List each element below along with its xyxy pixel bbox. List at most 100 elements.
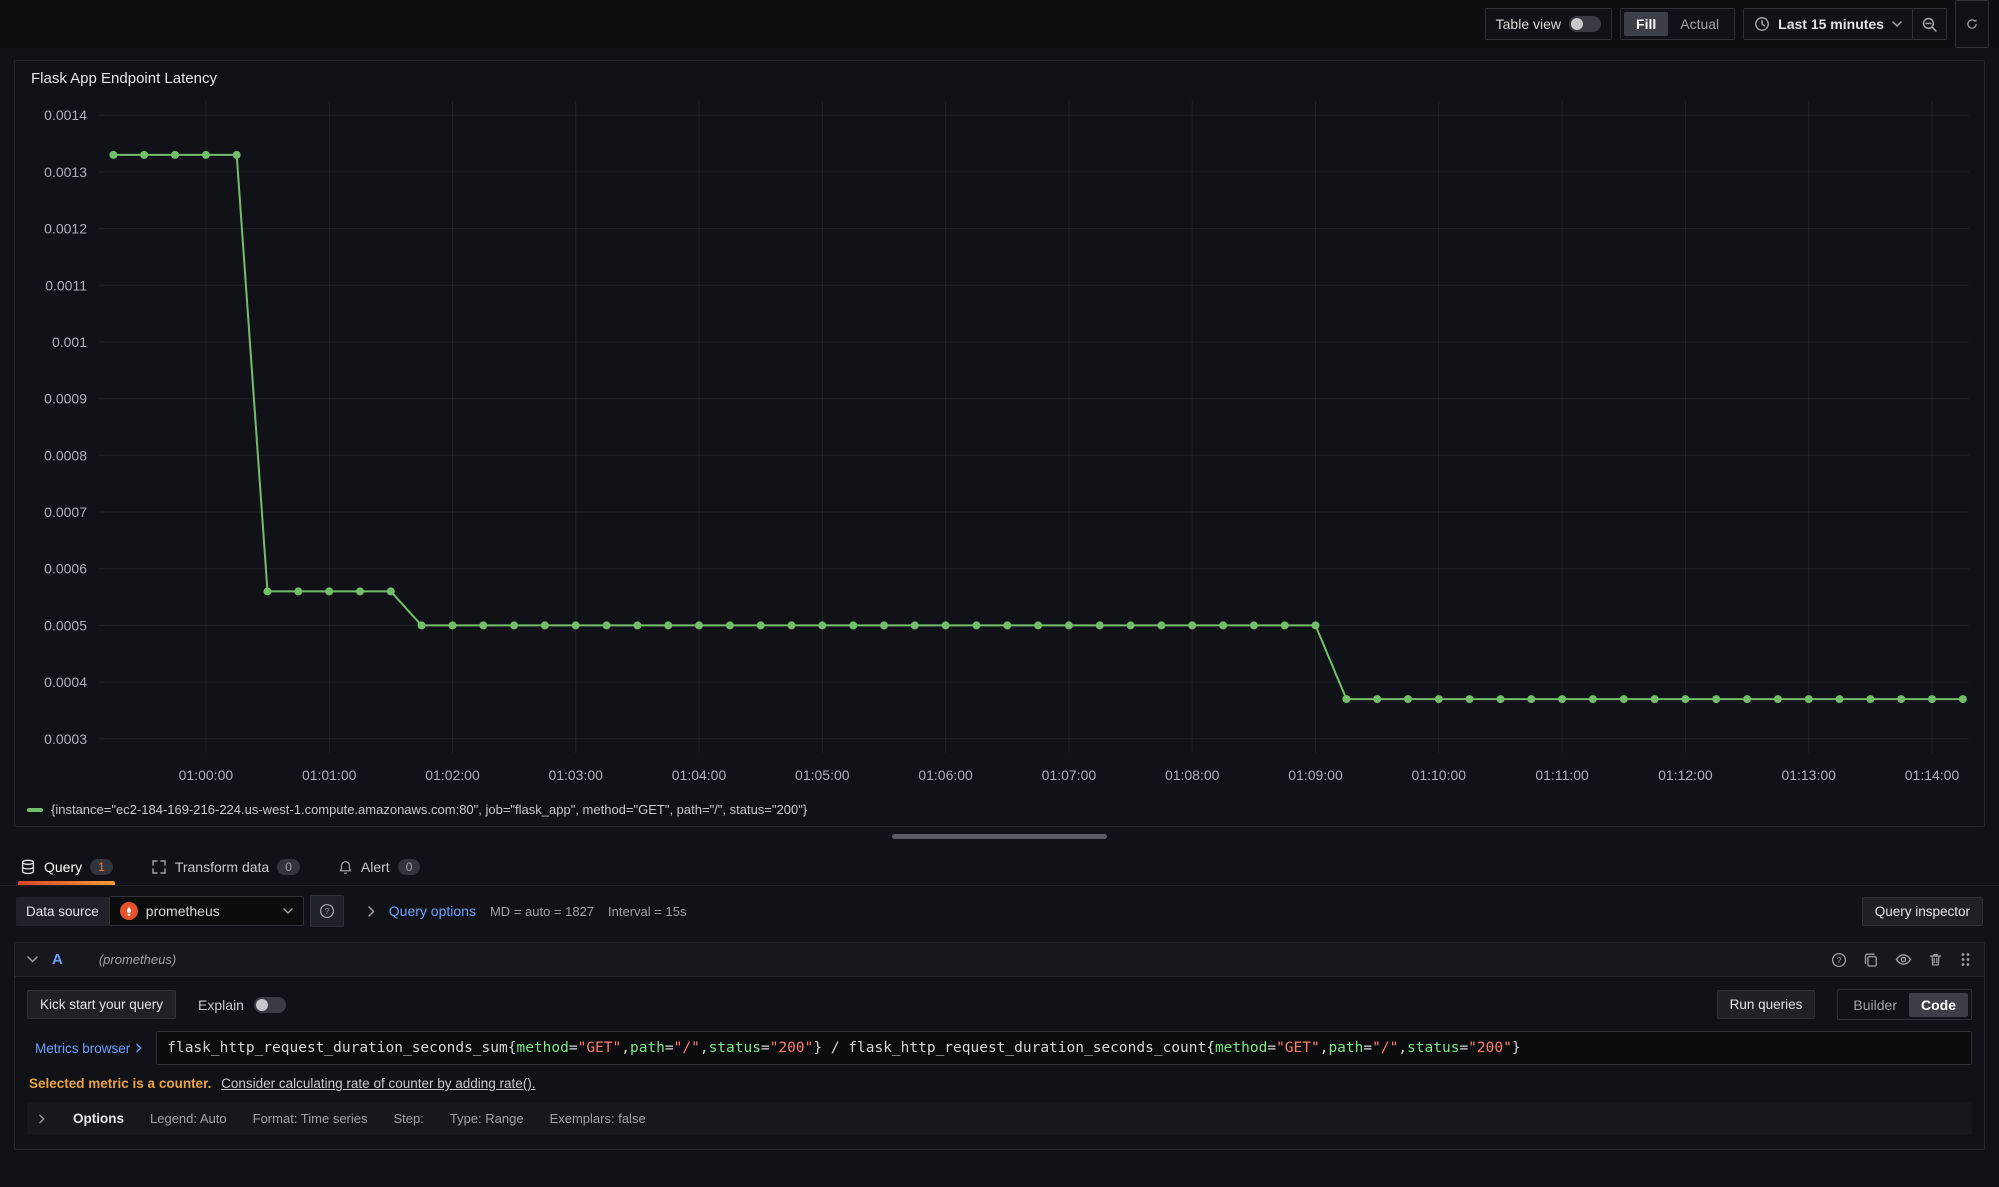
panel-editor-topbar: Table view Fill Actual Last 15 minutes xyxy=(0,0,1999,48)
latency-panel: Flask App Endpoint Latency 0.0003 0.0004 0… xyxy=(14,60,1985,827)
time-range-label: Last 15 minutes xyxy=(1778,16,1884,32)
query-editor-body: Kick start your query Explain Run querie… xyxy=(15,977,1984,1149)
fill-button[interactable]: Fill xyxy=(1624,12,1668,36)
time-picker-group: Last 15 minutes xyxy=(1743,8,1947,40)
tab-query-label: Query xyxy=(44,859,82,875)
legend-series-label[interactable]: {instance="ec2-184-169-216-224.us-west-1… xyxy=(51,802,807,817)
interval-summary: Interval = 15s xyxy=(608,904,686,919)
transform-icon xyxy=(151,859,167,875)
svg-text:01:05:00: 01:05:00 xyxy=(795,767,850,783)
svg-text:01:07:00: 01:07:00 xyxy=(1042,767,1097,783)
tab-query[interactable]: Query 1 xyxy=(18,851,115,885)
counter-warning: Selected metric is a counter. Consider c… xyxy=(27,1076,1972,1091)
builder-code-segmented: Builder Code xyxy=(1837,989,1972,1020)
options-summary: Legend: AutoFormat: Time seriesStep:Type… xyxy=(150,1111,646,1126)
svg-text:0.0006: 0.0006 xyxy=(44,561,87,577)
svg-text:01:02:00: 01:02:00 xyxy=(425,767,480,783)
chart-area: 0.00030.00040.00050.00060.00070.00080.00… xyxy=(15,89,1984,800)
editor-resize-handle[interactable] xyxy=(892,834,1107,839)
collapse-chevron-icon[interactable] xyxy=(27,956,38,963)
refresh-button[interactable] xyxy=(1955,0,1989,48)
bell-icon xyxy=(338,860,353,875)
query-inspector-button[interactable]: Query inspector xyxy=(1862,897,1983,926)
warning-rate-hint-link[interactable]: Consider calculating rate of counter by … xyxy=(221,1076,535,1091)
tab-alert[interactable]: Alert 0 xyxy=(336,851,422,885)
metrics-browser-label: Metrics browser xyxy=(35,1041,130,1056)
kick-start-query-button[interactable]: Kick start your query xyxy=(27,990,176,1019)
warning-text: Selected metric is a counter. xyxy=(29,1076,211,1091)
datasource-field: Data source prometheus ? xyxy=(16,895,344,927)
options-label: Options xyxy=(73,1111,124,1126)
chevron-down-icon xyxy=(1892,21,1902,27)
database-icon xyxy=(20,859,36,875)
explain-toggle[interactable] xyxy=(254,997,286,1013)
datasource-label: Data source xyxy=(16,897,109,926)
svg-text:?: ? xyxy=(1837,955,1842,965)
metrics-browser-toggle[interactable]: Metrics browser xyxy=(27,1031,156,1065)
run-queries-button[interactable]: Run queries xyxy=(1717,990,1816,1019)
help-icon[interactable]: ? xyxy=(1831,952,1847,968)
tab-alert-count: 0 xyxy=(398,859,421,875)
time-range-button[interactable]: Last 15 minutes xyxy=(1744,9,1912,39)
tab-transform-data[interactable]: Transform data 0 xyxy=(149,851,302,885)
query-row-actions: ? xyxy=(1831,951,1972,968)
promql-query-input[interactable]: flask_http_request_duration_seconds_sum{… xyxy=(156,1031,1972,1065)
svg-text:01:13:00: 01:13:00 xyxy=(1781,767,1836,783)
query-ref-id: A xyxy=(52,951,63,968)
svg-text:0.0005: 0.0005 xyxy=(44,617,87,633)
query-toolbar-row: Kick start your query Explain Run querie… xyxy=(27,989,1972,1020)
table-view-label: Table view xyxy=(1496,16,1561,32)
svg-text:01:01:00: 01:01:00 xyxy=(302,767,357,783)
explain-label: Explain xyxy=(198,997,244,1013)
query-options-toggle[interactable]: Query options xyxy=(389,903,476,919)
svg-text:01:10:00: 01:10:00 xyxy=(1412,767,1467,783)
svg-text:0.0008: 0.0008 xyxy=(44,447,87,463)
svg-text:01:14:00: 01:14:00 xyxy=(1905,767,1960,783)
svg-text:?: ? xyxy=(324,906,329,916)
tab-transform-label: Transform data xyxy=(175,859,269,875)
prometheus-logo-icon xyxy=(120,902,138,920)
toggle-knob xyxy=(256,999,268,1011)
table-view-group: Table view xyxy=(1485,8,1612,40)
datasource-row: Data source prometheus ? Query options M… xyxy=(0,886,1999,936)
code-mode-button[interactable]: Code xyxy=(1909,993,1968,1017)
svg-text:01:04:00: 01:04:00 xyxy=(672,767,727,783)
duplicate-icon[interactable] xyxy=(1863,952,1879,968)
svg-text:01:11:00: 01:11:00 xyxy=(1535,767,1589,783)
tab-query-count: 1 xyxy=(90,859,113,875)
table-view-toggle[interactable] xyxy=(1569,16,1601,32)
fill-actual-segmented: Fill Actual xyxy=(1620,8,1735,40)
query-expression: flask_http_request_duration_seconds_sum{… xyxy=(167,1040,1520,1056)
svg-text:01:03:00: 01:03:00 xyxy=(548,767,603,783)
drag-handle-icon[interactable] xyxy=(1959,952,1972,967)
query-options-row: Query options MD = auto = 1827 Interval … xyxy=(368,903,687,919)
datasource-value: prometheus xyxy=(146,903,220,919)
zoom-out-time-button[interactable] xyxy=(1912,9,1946,39)
chevron-down-icon xyxy=(283,908,293,914)
query-row-header[interactable]: A (prometheus) ? xyxy=(15,943,1984,977)
datasource-select[interactable]: prometheus xyxy=(109,896,304,926)
legend-series-marker xyxy=(27,808,43,812)
hide-response-eye-icon[interactable] xyxy=(1895,951,1912,968)
svg-text:01:06:00: 01:06:00 xyxy=(918,767,973,783)
tab-transform-count: 0 xyxy=(277,859,300,875)
tab-alert-label: Alert xyxy=(361,859,390,875)
svg-text:0.0011: 0.0011 xyxy=(45,277,87,293)
svg-text:01:12:00: 01:12:00 xyxy=(1658,767,1713,783)
svg-text:0.0003: 0.0003 xyxy=(44,731,87,747)
datasource-help-button[interactable]: ? xyxy=(310,895,344,927)
svg-text:0.0004: 0.0004 xyxy=(44,674,87,690)
svg-text:0.0012: 0.0012 xyxy=(44,221,87,237)
query-options-collapsed-row[interactable]: Options Legend: AutoFormat: Time seriesS… xyxy=(27,1102,1972,1135)
delete-trash-icon[interactable] xyxy=(1928,952,1943,967)
builder-mode-button[interactable]: Builder xyxy=(1841,993,1909,1017)
latency-chart[interactable]: 0.00030.00040.00050.00060.00070.00080.00… xyxy=(19,89,1979,789)
chevron-right-icon xyxy=(368,906,375,917)
max-data-points-summary: MD = auto = 1827 xyxy=(490,904,594,919)
svg-text:01:09:00: 01:09:00 xyxy=(1288,767,1343,783)
query-editor-card: A (prometheus) ? Kick start your query E xyxy=(14,942,1985,1150)
panel-title: Flask App Endpoint Latency xyxy=(15,61,1984,89)
svg-text:0.0009: 0.0009 xyxy=(44,391,87,407)
explain-field: Explain xyxy=(198,997,286,1013)
actual-button[interactable]: Actual xyxy=(1668,12,1731,36)
